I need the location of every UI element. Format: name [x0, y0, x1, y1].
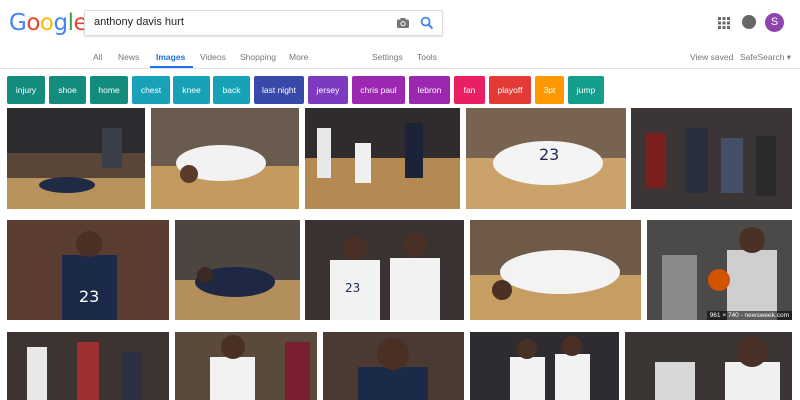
chip-label: 3pt	[543, 85, 556, 95]
image-thumbnail	[7, 332, 169, 400]
image-thumbnail	[175, 220, 300, 320]
chip-label: chris paul	[360, 85, 397, 95]
view-saved-link[interactable]: View saved	[690, 52, 733, 62]
tab-news[interactable]: News	[118, 52, 139, 62]
top-bar: Google anthony davis hurt S	[0, 0, 800, 44]
safesearch-menu[interactable]: SafeSearch ▾	[740, 52, 791, 63]
image-thumbnail	[7, 108, 145, 209]
image-result[interactable]	[323, 332, 464, 400]
image-thumbnail	[625, 332, 792, 400]
notifications-icon[interactable]	[742, 15, 756, 29]
chip-chris-paul[interactable]: chris paul	[352, 76, 405, 104]
chip-label: home	[98, 85, 120, 95]
chip-label: shoe	[58, 85, 77, 95]
search-query[interactable]: anthony davis hurt	[94, 16, 184, 28]
image-result[interactable]	[631, 108, 792, 209]
image-result[interactable]	[7, 332, 169, 400]
image-result[interactable]: 23	[305, 220, 464, 320]
chip-label: last night	[261, 85, 297, 95]
svg-text:23: 23	[345, 281, 360, 295]
chip-home[interactable]: home	[90, 76, 128, 104]
chip-label: playoff	[497, 85, 523, 95]
active-tab-indicator	[150, 66, 193, 68]
chip-label: fan	[463, 85, 476, 95]
chip-shoe[interactable]: shoe	[49, 76, 86, 104]
tab-more[interactable]: More	[289, 52, 308, 62]
image-result[interactable]	[470, 220, 641, 320]
image-thumbnail	[305, 108, 460, 209]
svg-text:23: 23	[539, 145, 559, 164]
image-thumbnail	[323, 332, 464, 400]
image-result[interactable]: 23	[466, 108, 626, 209]
results-nav: All News Images Videos Shopping More Set…	[0, 44, 800, 69]
svg-text:23: 23	[79, 287, 99, 306]
chip-3pt[interactable]: 3pt	[535, 76, 564, 104]
image-thumbnail: 23	[7, 220, 169, 320]
logo-letter-g2: g	[53, 10, 68, 36]
chip-last-night[interactable]: last night	[254, 76, 304, 104]
image-caption: 961 × 740 - newsweek.com	[706, 311, 792, 320]
camera-icon[interactable]	[396, 16, 410, 30]
chip-label: back	[222, 85, 241, 95]
chip-back[interactable]: back	[213, 76, 250, 104]
image-thumbnail: 23	[305, 220, 464, 320]
settings-link[interactable]: Settings	[372, 52, 403, 62]
image-result[interactable]	[470, 332, 619, 400]
tab-images[interactable]: Images	[156, 52, 185, 62]
tools-link[interactable]: Tools	[417, 52, 437, 62]
chip-injury[interactable]: injury	[7, 76, 45, 104]
chip-jump[interactable]: jump	[568, 76, 604, 104]
search-input[interactable]: anthony davis hurt	[84, 10, 443, 36]
apps-icon[interactable]	[718, 17, 730, 29]
chip-label: jump	[576, 85, 596, 95]
image-thumbnail	[470, 332, 619, 400]
logo-letter-o1: o	[26, 10, 40, 36]
image-result[interactable]	[7, 108, 145, 209]
chip-label: lebron	[417, 85, 442, 95]
image-result[interactable]: 961 × 740 - newsweek.com	[647, 220, 792, 320]
image-result[interactable]	[625, 332, 792, 400]
chip-fan[interactable]: fan	[454, 76, 485, 104]
google-logo[interactable]: Google	[9, 10, 88, 36]
image-result[interactable]	[305, 108, 460, 209]
image-thumbnail: 23	[466, 108, 626, 209]
chip-knee[interactable]: knee	[173, 76, 210, 104]
avatar[interactable]: S	[765, 13, 784, 32]
chip-label: chest	[140, 85, 162, 95]
image-thumbnail	[647, 220, 792, 320]
search-icon[interactable]	[420, 16, 434, 30]
chip-lebron[interactable]: lebron	[409, 76, 450, 104]
chip-jersey[interactable]: jersey	[308, 76, 348, 104]
image-thumbnail	[631, 108, 792, 209]
image-thumbnail	[470, 220, 641, 320]
image-thumbnail	[151, 108, 299, 209]
image-result[interactable]: 23	[7, 220, 169, 320]
chip-chest[interactable]: chest	[132, 76, 170, 104]
image-result[interactable]	[175, 332, 317, 400]
tab-shopping[interactable]: Shopping	[240, 52, 276, 62]
image-thumbnail	[175, 332, 317, 400]
tab-videos[interactable]: Videos	[200, 52, 226, 62]
tab-all[interactable]: All	[93, 52, 102, 62]
chip-label: jersey	[316, 85, 340, 95]
image-results-grid: 23 23 23 961 × 740 - newsweek.com	[0, 108, 800, 400]
chip-label: knee	[182, 85, 201, 95]
image-result[interactable]	[175, 220, 300, 320]
image-result[interactable]	[151, 108, 299, 209]
chip-label: injury	[15, 85, 37, 95]
logo-letter-g: G	[9, 10, 27, 36]
logo-letter-o2: o	[39, 10, 54, 36]
refinement-chips: injury shoe home chest knee back last ni…	[0, 76, 800, 104]
chip-playoff[interactable]: playoff	[489, 76, 531, 104]
